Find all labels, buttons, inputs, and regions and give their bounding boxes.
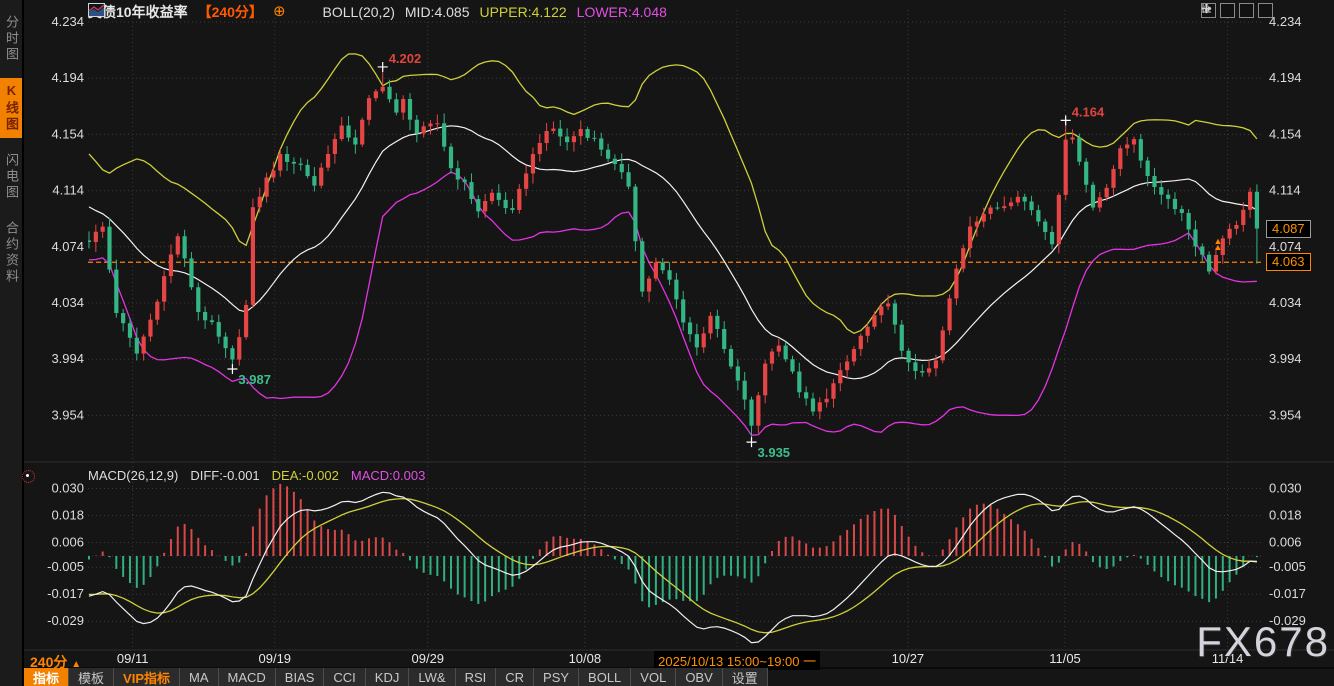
indicator-chart-icon — [296, 5, 313, 19]
tab-MA[interactable]: MA — [180, 668, 219, 686]
tab-指标[interactable]: 指标 — [24, 668, 69, 686]
tab-RSI[interactable]: RSI — [456, 668, 497, 686]
y-axis-label: 3.954 — [51, 407, 84, 422]
tab-CCI[interactable]: CCI — [324, 668, 365, 686]
y-axis-label: 4.234 — [1269, 14, 1302, 29]
y-axis-label: 4.034 — [51, 295, 84, 310]
y-axis-label: 4.154 — [51, 126, 84, 141]
main-chart-canvas[interactable]: 4.202 3.987 3.935 4.164 4.234 4.234 4.194 4.194… — [0, 0, 1334, 686]
macd-dea-value: DEA:-0.002 — [272, 468, 339, 483]
macd-header: MACD(26,12,9) DIFF:-0.001 DEA:-0.002 MAC… — [88, 468, 425, 483]
y-axis-label: 4.194 — [1269, 70, 1302, 85]
tab-CR[interactable]: CR — [496, 668, 534, 686]
y-axis-label: 0.030 — [51, 481, 84, 496]
sidebar-item-1[interactable]: K线图 — [0, 78, 22, 138]
tab-设置[interactable]: 设置 — [723, 668, 768, 686]
pop-out-icon[interactable] — [1258, 3, 1273, 18]
x-axis-label: 11/05 — [1049, 651, 1081, 666]
trading-app-window: 4.202 3.987 3.935 4.164 4.234 4.234 4.194 4.194… — [0, 0, 1334, 686]
y-axis-label: 0.030 — [1269, 481, 1302, 496]
chart-toolbar — [1201, 3, 1273, 18]
y-axis-label: 4.114 — [1269, 183, 1301, 198]
tab-BIAS[interactable]: BIAS — [276, 668, 325, 686]
tab-BOLL[interactable]: BOLL — [579, 668, 631, 686]
y-axis-label: -0.017 — [1269, 586, 1306, 601]
sidebar-item-0[interactable]: 分时图 — [0, 10, 22, 68]
tab-MACD[interactable]: MACD — [219, 668, 276, 686]
price-annotation: 3.987 — [238, 372, 271, 387]
x-axis-scale-icon[interactable] — [1220, 3, 1235, 18]
y-axis-label: 4.034 — [1269, 295, 1302, 310]
y-axis-label: 3.954 — [1269, 407, 1302, 422]
boll-upper-value: UPPER:4.122 — [479, 4, 566, 20]
boll-label: BOLL(20,2) — [323, 4, 395, 20]
y-axis-label: 3.994 — [51, 351, 84, 366]
price-annotation: 3.935 — [758, 445, 791, 460]
tab-LW&[interactable]: LW& — [409, 668, 455, 686]
price-annotation: 4.202 — [389, 51, 422, 66]
last-price-badge: 4.087 — [1266, 220, 1311, 238]
x-axis-label: 09/19 — [258, 651, 291, 666]
y-axis-label: 4.114 — [52, 183, 84, 198]
y-axis-label: 0.006 — [51, 535, 84, 550]
ref-price-badge: 4.063 — [1266, 253, 1311, 271]
tab-模板[interactable]: 模板 — [69, 668, 114, 686]
chart-header: 美债10年收益率 【240分】 ⊕ BOLL(20,2) MID:4.085 U… — [88, 3, 667, 21]
macd-settings-icon[interactable] — [22, 470, 35, 483]
x-axis-label: 10/27 — [892, 651, 925, 666]
y-axis-label: 4.234 — [51, 14, 84, 29]
brand-watermark: FX678 — [1196, 618, 1330, 666]
y-axis-scale-icon[interactable] — [1239, 3, 1254, 18]
macd-macd-value: MACD:0.003 — [351, 468, 425, 483]
x-axis-label: 10/08 — [569, 651, 602, 666]
macd-name: MACD(26,12,9) — [88, 468, 178, 483]
y-axis-label: 3.994 — [1269, 351, 1302, 366]
x-axis-label: 09/11 — [117, 651, 149, 666]
x-axis-label: 09/29 — [411, 651, 444, 666]
chart-type-sidebar: 分时图 K线图闪电图合约资料 — [0, 0, 24, 686]
y-axis-label: -0.005 — [47, 559, 84, 574]
macd-diff-value: DIFF:-0.001 — [190, 468, 259, 483]
y-axis-label: -0.017 — [47, 586, 84, 601]
price-alert-arrow-icon: ▲▲ — [1212, 238, 1224, 250]
sidebar-item-2[interactable]: 闪电图 — [0, 148, 22, 206]
period-tag[interactable]: 【240分】 — [198, 2, 263, 22]
y-axis-label: 4.154 — [1269, 126, 1302, 141]
tab-KDJ[interactable]: KDJ — [366, 668, 410, 686]
y-axis-label: -0.029 — [47, 613, 84, 628]
y-axis-label: 4.074 — [1269, 239, 1302, 254]
circle-plus-icon[interactable]: ⊕ — [273, 5, 286, 19]
tab-VIP指标[interactable]: VIP指标 — [114, 668, 180, 686]
y-axis-label: -0.005 — [1269, 559, 1306, 574]
boll-lower-value: LOWER:4.048 — [577, 4, 667, 20]
y-axis-label: 0.006 — [1269, 535, 1302, 550]
tab-PSY[interactable]: PSY — [534, 668, 579, 686]
tab-VOL[interactable]: VOL — [631, 668, 676, 686]
y-axis-label: 4.074 — [51, 239, 84, 254]
indicator-tabbar: 指标模板VIP指标MAMACDBIASCCIKDJLW&RSICRPSYBOLL… — [24, 668, 768, 686]
tab-OBV[interactable]: OBV — [676, 668, 722, 686]
x-axis-labels: 09/1109/1909/2910/082025/10/13 15:00~19:… — [0, 650, 1334, 668]
y-axis-label: 0.018 — [51, 508, 84, 523]
boll-mid-value: MID:4.085 — [405, 4, 470, 20]
price-annotation: 4.164 — [1072, 104, 1105, 119]
sidebar-item-3[interactable]: 合约资料 — [0, 216, 22, 290]
y-axis-label: 4.194 — [51, 70, 84, 85]
y-axis-label: 0.018 — [1269, 508, 1302, 523]
